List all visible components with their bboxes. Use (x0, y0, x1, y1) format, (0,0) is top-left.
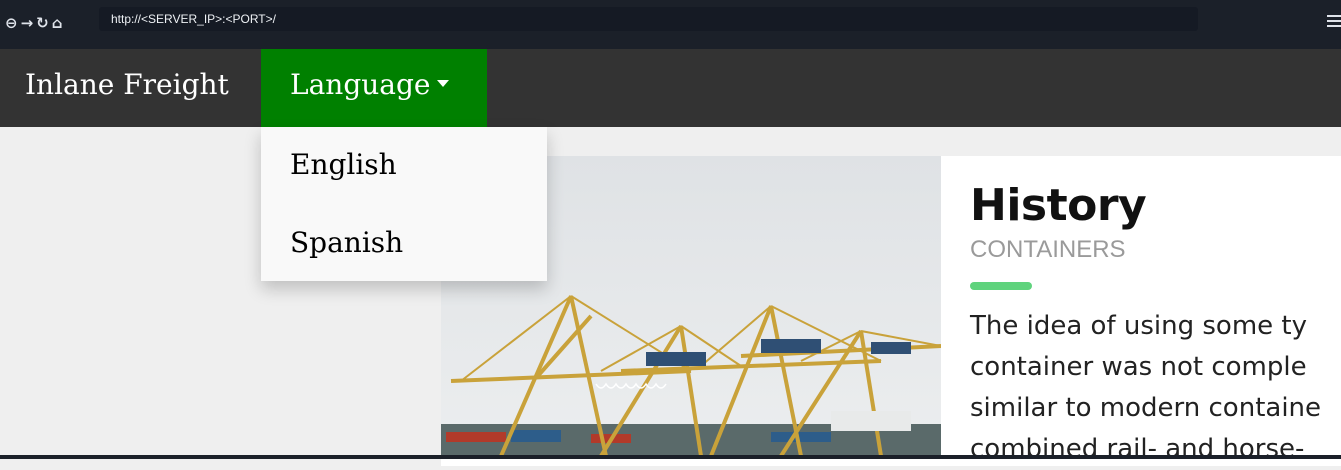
bottom-border (0, 455, 1341, 459)
hamburger-menu-icon[interactable] (1327, 15, 1341, 28)
article-line: container was not comple (970, 352, 1307, 382)
language-option-spanish[interactable]: Spanish (261, 204, 547, 281)
reload-icon[interactable]: ↻ (36, 14, 49, 32)
article-body: The idea of using some ty container was … (970, 306, 1341, 470)
article-title: History (970, 180, 1147, 231)
browser-nav-buttons: ⊖ → ↻ ⌂ (5, 14, 62, 32)
home-icon[interactable]: ⌂ (52, 14, 63, 32)
article-line: The idea of using some ty (970, 311, 1307, 341)
site-navbar: Inlane Freight Language (0, 49, 1341, 127)
language-dropdown-button[interactable]: Language (261, 49, 487, 127)
article-line: combined rail- and horse- (970, 434, 1305, 464)
language-label: Language (290, 68, 431, 101)
brand-link[interactable]: Inlane Freight (25, 49, 229, 127)
address-bar[interactable]: http://<SERVER_IP>:<PORT>/ (99, 7, 1198, 31)
article-subtitle: CONTAINERS (970, 236, 1126, 263)
article-line: similar to modern containe (970, 393, 1322, 423)
history-card: History CONTAINERS The idea of using som… (441, 156, 1341, 466)
language-dropdown-menu: English Spanish (261, 127, 547, 281)
caret-down-icon (437, 80, 450, 87)
language-option-english[interactable]: English (261, 127, 547, 204)
back-icon[interactable]: ⊖ (5, 14, 18, 32)
forward-icon[interactable]: → (21, 14, 34, 32)
accent-bar (970, 282, 1032, 290)
browser-chrome: ⊖ → ↻ ⌂ http://<SERVER_IP>:<PORT>/ (0, 0, 1341, 49)
article-text: History CONTAINERS The idea of using som… (970, 180, 1341, 470)
